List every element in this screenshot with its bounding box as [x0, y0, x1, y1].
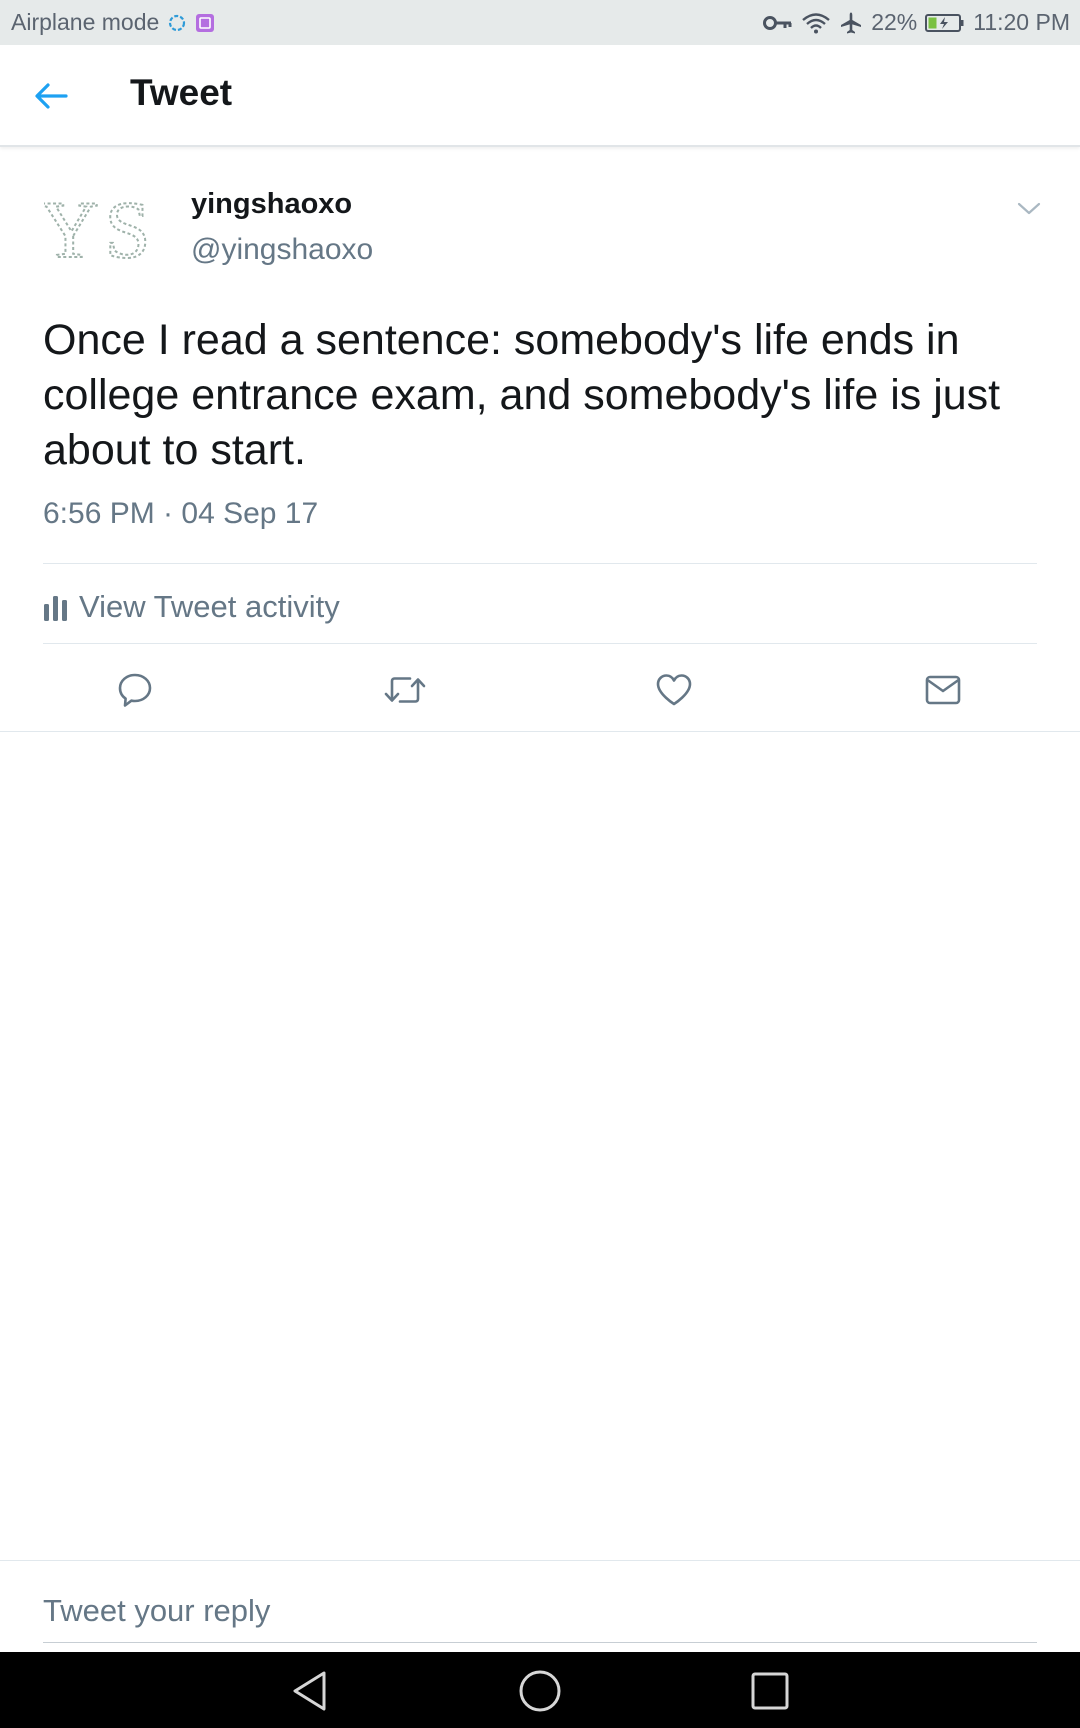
- reply-icon: [118, 673, 152, 707]
- arrow-left-icon: [35, 83, 68, 109]
- airplane-icon: [839, 11, 863, 35]
- nav-home-button[interactable]: [517, 1668, 563, 1714]
- reply-input[interactable]: [43, 1593, 1037, 1629]
- direct-message-button[interactable]: [918, 665, 968, 715]
- reply-button[interactable]: [110, 665, 160, 715]
- view-tweet-activity-link[interactable]: View Tweet activity: [43, 583, 340, 631]
- bar-chart-icon: [44, 596, 67, 621]
- tweet-options-button[interactable]: [1012, 195, 1046, 223]
- home-circle-icon: [519, 1670, 561, 1712]
- divider: [0, 731, 1080, 732]
- heart-icon: [656, 674, 692, 706]
- tweet-timestamp: 6:56 PM · 04 Sep 17: [43, 497, 319, 530]
- retweet-icon: [384, 677, 426, 703]
- like-button[interactable]: [649, 665, 699, 715]
- battery-icon: [925, 13, 965, 33]
- divider: [43, 563, 1037, 564]
- author-name[interactable]: yingshaoxo: [191, 188, 352, 221]
- airplane-mode-label: Airplane mode: [11, 9, 160, 35]
- back-button[interactable]: [30, 75, 72, 117]
- reply-underline: [43, 1642, 1037, 1643]
- divider: [43, 643, 1037, 644]
- battery-percent: 22%: [871, 9, 918, 35]
- wifi-icon: [801, 12, 831, 34]
- retweet-button[interactable]: [380, 665, 430, 715]
- status-left: Airplane mode: [11, 9, 215, 36]
- screenshot-icon: [195, 13, 215, 33]
- status-right: 22% 11:20 PM: [763, 9, 1070, 36]
- clock: 11:20 PM: [973, 9, 1070, 35]
- system-nav-bar: [0, 1652, 1080, 1728]
- key-icon: [763, 14, 793, 32]
- nav-recents-button[interactable]: [747, 1668, 793, 1714]
- author-handle[interactable]: @yingshaoxo: [191, 233, 373, 267]
- status-bar: Airplane mode 22% 11:20 PM: [0, 0, 1080, 45]
- page-title: Tweet: [130, 72, 233, 113]
- sync-icon: [167, 13, 187, 33]
- tweet-action-bar: [0, 665, 1080, 715]
- view-tweet-activity-label: View Tweet activity: [79, 589, 340, 624]
- back-triangle-icon: [293, 1671, 326, 1711]
- avatar-initials: YS: [44, 185, 152, 273]
- nav-back-button[interactable]: [287, 1668, 333, 1714]
- envelope-icon: [925, 675, 961, 705]
- reply-box: [43, 1578, 1037, 1644]
- chevron-down-icon: [1017, 202, 1041, 215]
- tweet-text: Once I read a sentence: somebody's life …: [43, 316, 1001, 474]
- recents-square-icon: [751, 1672, 789, 1710]
- app-bar: Tweet: [0, 45, 1080, 147]
- avatar[interactable]: YS: [44, 185, 152, 273]
- divider: [0, 1560, 1080, 1561]
